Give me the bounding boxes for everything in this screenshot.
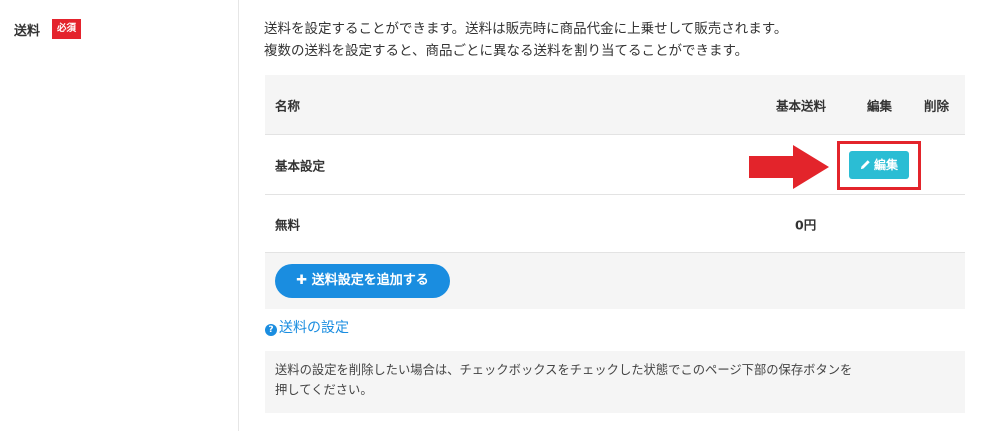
plus-icon: ✚: [296, 273, 312, 288]
field-label-column: 送料 必須: [0, 0, 239, 431]
help-link-label: 送料の設定: [279, 320, 349, 336]
add-shipping-setting-button[interactable]: ✚ 送料設定を追加する: [275, 264, 450, 298]
note-line-2: 押してください。: [275, 383, 373, 397]
description-line-1: 送料を設定することができます。送料は販売時に商品代金に上乗せして販売されます。: [264, 21, 788, 37]
delete-instructions-note: 送料の設定を削除したい場合は、チェックボックスをチェックした状態でこのページ下部…: [265, 351, 965, 413]
row-name: 無料: [275, 217, 301, 232]
shipping-description: 送料を設定することができます。送料は販売時に商品代金に上乗せして販売されます。 …: [264, 18, 964, 62]
table-row: 無料 0円: [265, 195, 965, 253]
add-button-label: 送料設定を追加する: [311, 273, 429, 288]
table-header: 名称 基本送料 編集 削除: [265, 75, 965, 135]
annotation-arrow-icon: [749, 145, 829, 189]
required-badge: 必須: [52, 19, 81, 39]
column-header-base-fee: 基本送料: [776, 98, 827, 113]
note-line-1: 送料の設定を削除したい場合は、チェックボックスをチェックした状態でこのページ下部…: [275, 363, 853, 377]
column-header-delete: 削除: [924, 98, 950, 113]
shipping-fee-label: 送料: [14, 24, 41, 39]
column-header-name: 名称: [275, 98, 301, 113]
row-name: 基本設定: [275, 158, 326, 173]
description-line-2: 複数の送料を設定すると、商品ごとに異なる送料を割り当てることができます。: [264, 43, 749, 59]
row-base-fee: 0円: [795, 217, 817, 232]
column-header-edit: 編集: [867, 98, 893, 113]
shipping-settings-help-link[interactable]: ? 送料の設定: [265, 318, 349, 338]
annotation-highlight-box: [837, 141, 921, 190]
question-circle-icon: ?: [265, 324, 277, 336]
shipping-settings-panel: 名称 基本送料 編集 削除 基本設定 編集 無料 0円 ✚ 送料設定を追加する: [265, 75, 965, 309]
